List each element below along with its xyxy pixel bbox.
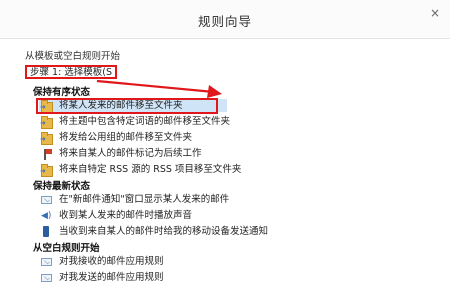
group-header-blank-rule: 从空白规则开始 bbox=[33, 243, 100, 254]
template-item-apply-sent[interactable]: 对我发送的邮件应用规则 bbox=[39, 271, 439, 284]
template-item-mobile-notify[interactable]: 当收到来自某人的邮件时给我的移动设备发送通知 bbox=[39, 225, 439, 238]
template-item-apply-received[interactable]: 对我接收的邮件应用规则 bbox=[39, 255, 439, 268]
from-template-label: 从模板或空白规则开始 bbox=[25, 51, 121, 62]
folder-move-icon: ➜ bbox=[40, 116, 53, 129]
folder-move-icon: ➜ bbox=[40, 132, 53, 145]
template-item-flag-followup[interactable]: 将来自某人的邮件标记为后续工作 bbox=[39, 147, 439, 160]
speaker-icon: ◀) bbox=[41, 211, 52, 221]
template-item-play-sound[interactable]: ◀) 收到某人发来的邮件时播放声音 bbox=[39, 209, 439, 222]
folder-move-icon: ➜ bbox=[40, 164, 53, 177]
template-item-move-group-mail[interactable]: ➜ 将发给公用组的邮件移至文件夹 bbox=[39, 131, 439, 145]
title-bar: 规则向导 × bbox=[0, 0, 450, 39]
close-button[interactable]: × bbox=[428, 6, 442, 20]
envelope-send-icon bbox=[41, 274, 52, 282]
template-item-new-mail-alert[interactable]: 在"新邮件通知"窗口显示某人发来的邮件 bbox=[39, 193, 439, 206]
mobile-icon bbox=[43, 226, 49, 237]
template-item-move-by-subject[interactable]: ➜ 将主题中包含特定词语的邮件移至文件夹 bbox=[39, 115, 439, 129]
mail-notify-icon bbox=[41, 196, 52, 204]
group-header-organized: 保持有序状态 bbox=[33, 87, 91, 98]
group-header-up-to-date: 保持最新状态 bbox=[33, 181, 91, 192]
envelope-icon bbox=[41, 258, 52, 266]
step-1-label: 步骤 1: 选择模板(S bbox=[25, 65, 118, 79]
selected-item-highlight bbox=[36, 98, 218, 114]
window-title: 规则向导 bbox=[197, 14, 252, 29]
flag-icon bbox=[41, 148, 53, 160]
template-item-move-rss[interactable]: ➜ 将来自特定 RSS 源的 RSS 项目移至文件夹 bbox=[39, 163, 439, 177]
